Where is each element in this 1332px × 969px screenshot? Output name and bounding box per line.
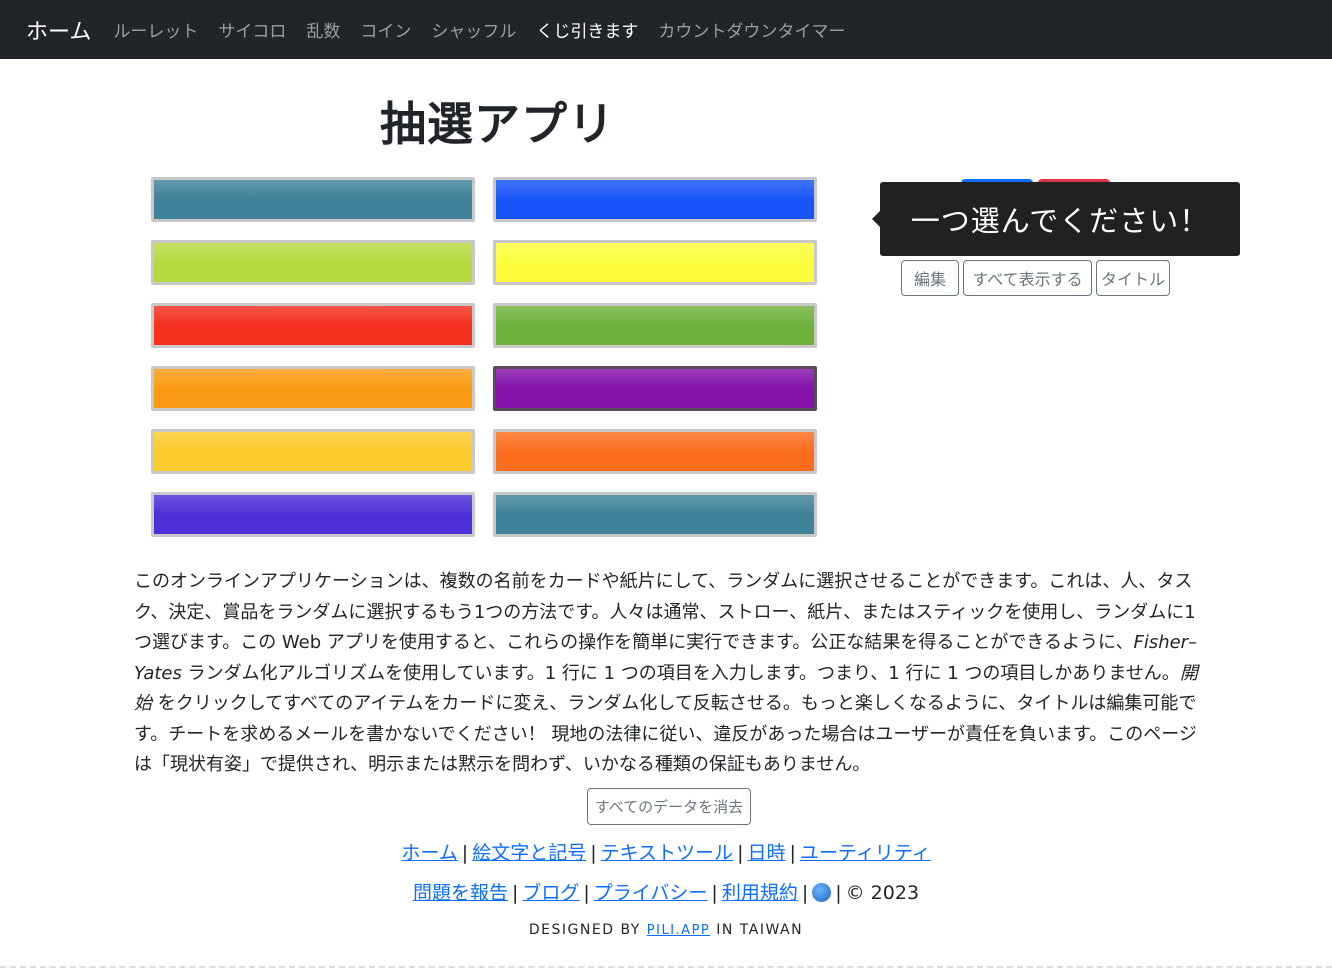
lottery-card[interactable]: [493, 492, 817, 537]
nav-brand-home[interactable]: ホーム: [26, 14, 91, 46]
separator: |: [461, 842, 469, 864]
separator: |: [801, 882, 809, 904]
designed-by-suffix: IN TAIWAN: [716, 922, 804, 938]
footer-link-privacy[interactable]: プライバシー: [594, 882, 708, 904]
lottery-card[interactable]: [493, 366, 817, 411]
tooltip-arrow: [872, 211, 880, 227]
footer-link-datetime[interactable]: 日時: [747, 842, 785, 864]
description-text: ランダム化アルゴリズムを使用しています。1 行に 1 つの項目を入力します。つま…: [181, 662, 1180, 684]
nav-item-coin[interactable]: コイン: [350, 17, 421, 42]
page-title[interactable]: 抽選アプリ: [380, 88, 615, 154]
separator: |: [711, 882, 718, 904]
lottery-card[interactable]: [151, 366, 475, 411]
clear-all-data-button[interactable]: すべてのデータを消去: [587, 788, 751, 825]
pick-one-tooltip: 一つ選んでください！: [880, 182, 1240, 256]
nav-item-roulette[interactable]: ルーレット: [103, 17, 208, 42]
top-navbar: ホーム ルーレット サイコロ 乱数 コイン シャッフル くじ引きます カウントダ…: [0, 0, 1332, 59]
footer-links-primary: ホーム | 絵文字と記号 | テキストツール | 日時 | ユーティリティ: [0, 838, 1332, 865]
footer-link-text-tools[interactable]: テキストツール: [601, 842, 733, 864]
nav-item-random-number[interactable]: 乱数: [296, 17, 350, 42]
nav-item-countdown-timer[interactable]: カウントダウンタイマー: [648, 17, 855, 42]
separator: |: [737, 842, 744, 864]
lottery-card[interactable]: [151, 303, 475, 348]
separator: |: [835, 882, 842, 904]
nav-item-shuffle[interactable]: シャッフル: [421, 17, 526, 42]
globe-icon: [812, 883, 832, 902]
separator: |: [789, 842, 796, 864]
footer-link-emoji[interactable]: 絵文字と記号: [472, 842, 586, 864]
nav-item-dice[interactable]: サイコロ: [208, 17, 296, 42]
language-globe-link[interactable]: [812, 882, 832, 904]
lottery-card[interactable]: [151, 177, 475, 222]
designed-by-prefix: DESIGNED BY: [528, 922, 641, 938]
description-text: このオンラインアプリケーションは、複数の名前をカードや紙片にして、ランダムに選択…: [134, 571, 1196, 653]
footer-links-secondary: 問題を報告 | ブログ | プライバシー | 利用規約 | | © 2023: [0, 878, 1332, 905]
footer-link-terms[interactable]: 利用規約: [722, 882, 798, 904]
footer-link-home[interactable]: ホーム: [401, 842, 457, 864]
show-all-button[interactable]: すべて表示する: [963, 260, 1092, 296]
separator: |: [590, 842, 597, 864]
footer-link-report-issue[interactable]: 問題を報告: [413, 882, 508, 904]
footer-link-utilities[interactable]: ユーティリティ: [800, 842, 931, 864]
designed-by-credit: DESIGNED BY PILI.APP IN TAIWAN: [0, 922, 1332, 938]
app-description: このオンラインアプリケーションは、複数の名前をカードや紙片にして、ランダムに選択…: [134, 567, 1206, 781]
lottery-card[interactable]: [493, 177, 817, 222]
title-toggle-button[interactable]: タイトル: [1096, 260, 1170, 296]
lottery-card[interactable]: [493, 303, 817, 348]
pili-app-link[interactable]: PILI.APP: [647, 923, 710, 938]
bottom-divider: [0, 966, 1332, 968]
separator: |: [583, 882, 590, 904]
footer-link-blog[interactable]: ブログ: [522, 882, 579, 904]
lottery-card[interactable]: [151, 240, 475, 285]
description-text: をクリックしてすべてのアイテムをカードに変え、ランダム化して反転させる。もっと楽…: [134, 693, 1197, 775]
edit-button[interactable]: 編集: [901, 260, 959, 296]
copyright: © 2023: [845, 882, 920, 904]
lottery-card[interactable]: [151, 429, 475, 474]
separator: |: [511, 882, 519, 904]
lottery-card[interactable]: [493, 240, 817, 285]
nav-item-lottery[interactable]: くじ引きます: [526, 17, 648, 42]
lottery-card[interactable]: [151, 492, 475, 537]
lottery-card[interactable]: [493, 429, 817, 474]
